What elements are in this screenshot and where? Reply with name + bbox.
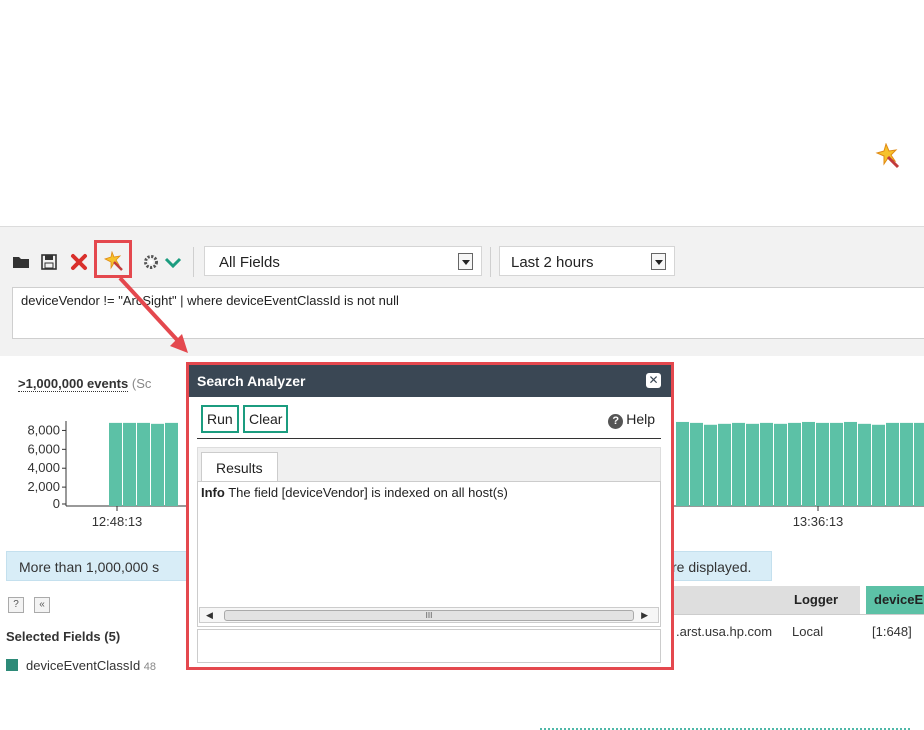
scroll-left-icon[interactable]: ◀ xyxy=(206,610,213,621)
y-tick-label: 6,000 xyxy=(27,441,60,456)
info-banner-text-left: More than 1,000,000 s xyxy=(19,559,160,575)
help-label: Help xyxy=(626,411,655,427)
dialog-title: Search Analyzer xyxy=(197,373,306,389)
field-color-swatch xyxy=(6,659,18,671)
dialog-footer-area xyxy=(197,629,661,663)
time-range-value: Last 2 hours xyxy=(511,254,594,271)
help-small-button[interactable]: ? xyxy=(8,597,24,613)
scroll-right-icon[interactable]: ▶ xyxy=(641,610,648,621)
info-label: Info xyxy=(201,485,225,500)
histogram-bar xyxy=(704,424,717,506)
field-select[interactable]: All Fields xyxy=(204,246,482,276)
histogram-bar xyxy=(760,422,773,506)
row-host-cell: .arst.usa.hp.com xyxy=(676,624,773,639)
results-tabbar: Results xyxy=(197,447,661,482)
column-header-device[interactable]: deviceE xyxy=(866,586,924,614)
delete-icon[interactable] xyxy=(70,253,88,271)
info-banner-text-right: re displayed. xyxy=(672,559,752,575)
horizontal-scrollbar[interactable]: ◀ III ▶ xyxy=(199,607,659,623)
histogram-bar xyxy=(137,422,150,506)
field-item[interactable]: deviceEventClassId 48 xyxy=(6,658,156,673)
event-count: >1,000,000 events (Sc xyxy=(18,376,152,392)
search-analyzer-dialog: Search Analyzer ✕ Run Clear ? Help Result… xyxy=(186,362,674,670)
y-tick-label: 0 xyxy=(53,496,60,511)
histogram-bar xyxy=(718,423,731,506)
info-message: The field [deviceVendor] is indexed on a… xyxy=(224,485,508,500)
dialog-divider xyxy=(197,438,661,439)
histogram-bar xyxy=(788,422,801,506)
checkmark-chevron-icon[interactable] xyxy=(164,253,182,271)
histogram-bar xyxy=(816,422,829,506)
scrollbar-thumb[interactable]: III xyxy=(224,610,634,621)
histogram-bar xyxy=(165,422,178,506)
search-analyzer-wand-icon[interactable] xyxy=(103,251,123,271)
histogram-bar xyxy=(123,422,136,506)
results-output: Info The field [deviceVendor] is indexed… xyxy=(197,481,661,627)
query-input[interactable]: deviceVendor != "ArcSight" | where devic… xyxy=(12,287,924,339)
x-tick-label: 12:48:13 xyxy=(92,514,143,529)
clear-button[interactable]: Clear xyxy=(243,405,289,433)
time-range-select[interactable]: Last 2 hours xyxy=(499,246,675,276)
histogram-bar xyxy=(914,422,924,506)
histogram-bar xyxy=(676,421,689,506)
histogram-bar xyxy=(830,422,843,506)
search-toolbar: All Fields Last 2 hours deviceVendor != … xyxy=(0,226,924,356)
histogram-bar xyxy=(844,421,857,506)
event-count-suffix: (Sc xyxy=(131,376,152,391)
column-header-logger[interactable]: Logger xyxy=(786,586,860,614)
histogram-bar xyxy=(802,421,815,506)
y-tick-label: 2,000 xyxy=(27,479,60,494)
histogram-bar xyxy=(109,422,122,506)
toolbar-divider xyxy=(490,247,491,277)
dropdown-arrow-icon[interactable] xyxy=(458,253,473,270)
histogram-bar xyxy=(858,423,871,506)
histogram-bar xyxy=(872,424,885,506)
field-name: deviceEventClassId xyxy=(26,658,141,673)
selected-fields-title: Selected Fields (5) xyxy=(6,629,121,644)
close-icon[interactable]: ✕ xyxy=(646,373,661,388)
gear-icon[interactable] xyxy=(142,253,160,271)
header-divider xyxy=(672,614,924,615)
collapse-panel-button[interactable]: « xyxy=(34,597,50,613)
histogram-bar xyxy=(900,422,913,506)
save-icon[interactable] xyxy=(40,253,58,271)
histogram-bar xyxy=(151,423,164,506)
folder-icon[interactable] xyxy=(12,253,30,271)
histogram-bar xyxy=(774,423,787,506)
run-button[interactable]: Run xyxy=(201,405,239,433)
field-count: 48 xyxy=(143,661,157,673)
event-count-link[interactable]: >1,000,000 events xyxy=(18,376,129,392)
toolbar-divider xyxy=(193,247,194,277)
histogram-bar xyxy=(732,422,745,506)
y-tick-label: 4,000 xyxy=(27,460,60,475)
row-logger-cell: Local xyxy=(792,624,824,639)
help-icon: ? xyxy=(608,414,624,429)
y-tick-label: 8,000 xyxy=(27,422,60,437)
histogram-bar xyxy=(746,423,759,506)
help-link[interactable]: ? Help xyxy=(608,411,655,429)
dropdown-arrow-icon[interactable] xyxy=(651,253,666,270)
x-tick-label: 13:36:13 xyxy=(793,514,844,529)
histogram-bar xyxy=(886,422,899,506)
field-select-value: All Fields xyxy=(219,254,280,271)
tab-results[interactable]: Results xyxy=(201,452,278,482)
dialog-header: Search Analyzer ✕ xyxy=(189,365,671,397)
magic-wand-icon[interactable] xyxy=(874,143,900,169)
histogram-bar xyxy=(690,422,703,506)
column-header-host xyxy=(672,586,786,614)
row-device-cell: [1:648] xyxy=(872,624,912,639)
